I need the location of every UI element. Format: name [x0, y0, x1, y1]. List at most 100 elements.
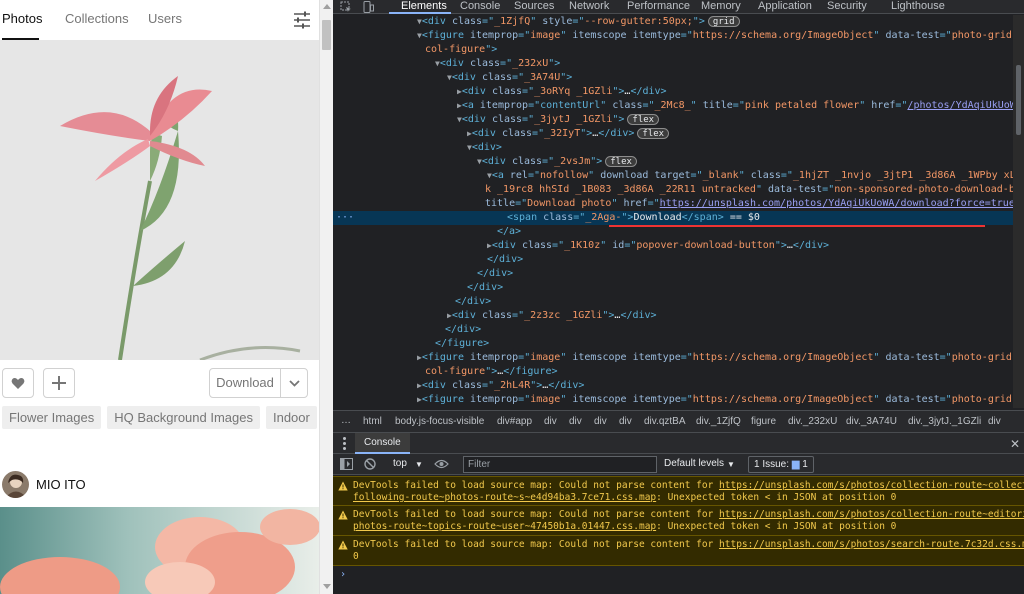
avatar[interactable]	[2, 470, 29, 498]
drawer-menu-icon[interactable]	[343, 437, 346, 452]
dom-node[interactable]: </div>	[333, 253, 1024, 267]
dom-node[interactable]: </a>	[333, 225, 1024, 239]
inspect-element-icon[interactable]	[340, 1, 352, 13]
clear-console-icon[interactable]	[364, 458, 376, 470]
breadcrumb-item[interactable]: div.qztBA	[644, 416, 686, 427]
context-dropdown-icon[interactable]: ▼	[415, 460, 423, 469]
author-name[interactable]: MIO ITO	[36, 477, 86, 492]
tab-collections[interactable]: Collections	[65, 11, 129, 26]
devtools-active-tab-indicator	[389, 12, 451, 14]
breadcrumb-item[interactable]: div	[594, 416, 607, 427]
dom-tree-scroll-thumb[interactable]	[1016, 65, 1021, 135]
dom-node[interactable]: ▶<div class="_3oRYq _1GZli">…</div>	[333, 85, 1024, 99]
devtools-tab-sources[interactable]: Sources	[514, 0, 554, 14]
issues-label: 1 Issue:	[754, 459, 790, 470]
devtools-tab-memory[interactable]: Memory	[701, 0, 741, 14]
breadcrumb-item[interactable]: body.js-focus-visible	[395, 416, 484, 427]
dom-node[interactable]: ▶<div class="_2z3zc _1GZli">…</div>	[333, 309, 1024, 323]
dom-node[interactable]: ▶<a itemprop="contentUrl" class="_2Mc8_"…	[333, 99, 1024, 113]
devtools-tab-performance[interactable]: Performance	[627, 0, 690, 14]
context-selector[interactable]: top	[393, 458, 407, 469]
dom-node[interactable]: ▼<figure itemprop="image" itemscope item…	[333, 29, 1024, 43]
add-to-collection-button[interactable]	[43, 368, 75, 398]
dom-node[interactable]: </div>	[333, 295, 1024, 309]
dom-node[interactable]: ▶<figure itemprop="image" itemscope item…	[333, 393, 1024, 407]
dom-node-selected[interactable]: ··· <span class="_2Aga-">Download</span> …	[333, 211, 1024, 225]
page-scrollbar[interactable]	[319, 0, 333, 594]
device-toolbar-icon[interactable]	[362, 1, 374, 13]
download-button[interactable]: Download	[210, 369, 281, 397]
console-messages: DevTools failed to load source map: Coul…	[333, 476, 1024, 566]
issues-button[interactable]: 1 Issue: ▆ 1	[748, 456, 814, 473]
console-warning[interactable]: DevTools failed to load source map: Coul…	[333, 476, 1024, 506]
sidebar-toggle-icon[interactable]	[340, 458, 353, 470]
breadcrumb-item[interactable]: div._232xU	[788, 416, 837, 427]
search-type-tabs: Photos Collections Users	[0, 0, 320, 41]
tag-hq-background-images[interactable]: HQ Background Images	[107, 406, 260, 429]
breadcrumb-item[interactable]: div	[544, 416, 557, 427]
like-button[interactable]	[2, 368, 34, 398]
breadcrumb-item[interactable]: div#app	[497, 416, 532, 427]
dom-node[interactable]: ▶<div class="_32IyT">…</div> flex	[333, 127, 1024, 141]
devtools-tab-console[interactable]: Console	[460, 0, 500, 14]
dom-node[interactable]: </div>	[333, 281, 1024, 295]
breadcrumb-item[interactable]: html	[363, 416, 382, 427]
close-icon[interactable]: ✕	[1010, 437, 1020, 451]
issue-message-icon: ▆	[791, 459, 800, 470]
devtools-tab-security[interactable]: Security	[827, 0, 867, 14]
photo-pink-flower[interactable]	[0, 41, 319, 360]
breadcrumb-item[interactable]: div	[569, 416, 582, 427]
breadcrumb-more-icon[interactable]: …	[341, 415, 351, 426]
breadcrumb-item[interactable]: div._1ZjfQ	[696, 416, 741, 427]
dom-node-wrap: k _19rc8 hhSId _1B083 _3d86A _22R11 untr…	[485, 184, 1024, 195]
devtools-tab-lighthouse[interactable]: Lighthouse	[891, 0, 945, 14]
devtools-tab-network[interactable]: Network	[569, 0, 609, 14]
devtools-tabs: Elements Console Sources Network Perform…	[333, 0, 1024, 14]
breadcrumb-item[interactable]: div	[619, 416, 632, 427]
download-url-link[interactable]: https://unsplash.com/photos/YdAqiUkUoWA/…	[660, 198, 1015, 209]
console-toolbar: top ▼ Filter Default levels ▼ 1 Issue: ▆…	[333, 454, 1024, 475]
scroll-thumb[interactable]	[322, 20, 331, 50]
dom-node[interactable]: </figure>	[333, 337, 1024, 351]
log-levels-dropdown[interactable]: Default levels	[664, 458, 724, 469]
tag-flower-images[interactable]: Flower Images	[2, 406, 102, 429]
dom-node[interactable]: ▼<div class="_3jytJ _1GZli"> flex	[333, 113, 1024, 127]
console-prompt[interactable]: ›	[340, 569, 346, 580]
dom-node[interactable]: ▼<div class="_1ZjfQ" style="--row-gutter…	[333, 15, 1024, 29]
scroll-up-arrow[interactable]	[323, 4, 331, 9]
dom-node-wrap: col-figure">	[425, 44, 498, 55]
dom-node[interactable]: ▼<div class="_232xU">	[333, 57, 1024, 71]
avatar-image	[2, 470, 29, 498]
scroll-down-arrow[interactable]	[323, 584, 331, 589]
dom-node[interactable]: ▶<div class="_1K10z" id="popover-downloa…	[333, 239, 1024, 253]
dom-node-wrap: col-figure">…</figure>	[425, 366, 558, 377]
devtools-tab-application[interactable]: Application	[758, 0, 812, 14]
photo-pink-flower-2[interactable]	[0, 507, 319, 594]
dom-node[interactable]: </div>	[333, 267, 1024, 281]
filter-input[interactable]: Filter	[463, 456, 657, 473]
dom-node[interactable]: </div>	[333, 323, 1024, 337]
levels-dropdown-icon[interactable]: ▼	[727, 460, 735, 469]
console-warning[interactable]: DevTools failed to load source map: Coul…	[333, 536, 1024, 566]
dom-node[interactable]: ▼<div class="_2vsJm"> flex	[333, 155, 1024, 169]
photo-author[interactable]: MIO ITO	[2, 470, 86, 498]
drawer-tab-console[interactable]: Console	[355, 433, 410, 454]
download-size-toggle[interactable]	[281, 369, 307, 397]
dom-node[interactable]: ▶<div class="_2hL4R">…</div>	[333, 379, 1024, 393]
dom-tree-scrollbar[interactable]	[1013, 15, 1024, 408]
dom-node-download-link[interactable]: ▼<a rel="nofollow" download target="_bla…	[333, 169, 1024, 183]
breadcrumb-item[interactable]: div._3jytJ._1GZli	[908, 416, 981, 427]
dom-node[interactable]: ▼<div>	[333, 141, 1024, 155]
tab-users[interactable]: Users	[148, 11, 182, 26]
dom-node[interactable]: ▼<div class="_3A74U">	[333, 71, 1024, 85]
tag-indoor[interactable]: Indoor	[265, 406, 317, 429]
console-warning[interactable]: DevTools failed to load source map: Coul…	[333, 506, 1024, 536]
breadcrumb-item[interactable]: figure	[751, 416, 776, 427]
flower-illustration	[0, 41, 319, 360]
breadcrumb-item[interactable]: div._3A74U	[846, 416, 897, 427]
dom-node[interactable]: ▶<figure itemprop="image" itemscope item…	[333, 351, 1024, 365]
filters-icon[interactable]	[292, 10, 312, 30]
breadcrumb-item[interactable]: div	[988, 416, 1001, 427]
tab-photos[interactable]: Photos	[2, 11, 42, 26]
eye-icon[interactable]	[434, 459, 449, 469]
